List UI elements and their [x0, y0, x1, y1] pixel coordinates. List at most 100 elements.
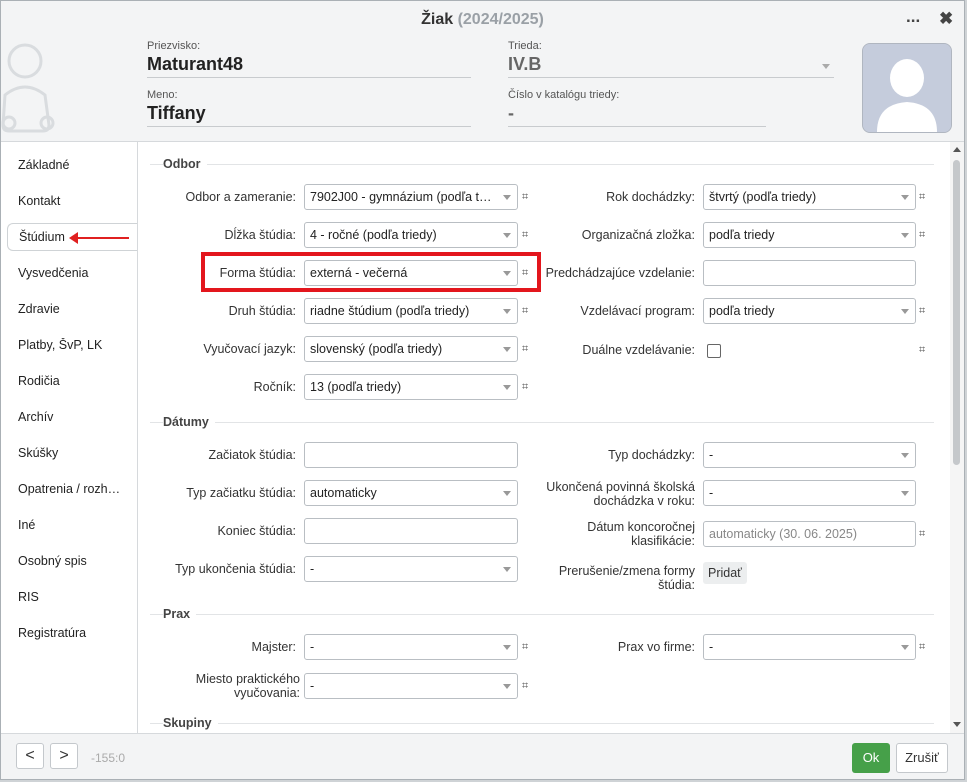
typ-ukoncenia-select[interactable]: - — [304, 556, 518, 582]
section-divider — [150, 614, 934, 615]
hash-icon[interactable]: ⌗ — [919, 229, 925, 242]
dialog-footer: < > -155:0 Ok Zrušiť — [1, 733, 964, 779]
typ-zaciatku-label: Typ začiatku štúdia: — [186, 486, 296, 500]
chevron-down-icon — [503, 347, 511, 352]
next-button[interactable]: > — [50, 743, 78, 769]
vzdel-program-select[interactable]: podľa triedy — [703, 298, 916, 324]
class-value[interactable]: IV.B — [508, 54, 834, 78]
chevron-down-icon — [503, 309, 511, 314]
class-field[interactable]: Trieda: IV.B — [508, 40, 834, 78]
odbor-label: Odbor a zameranie: — [185, 190, 296, 204]
sidebar-item-osobny-spis[interactable]: Osobný spis — [18, 554, 130, 568]
hash-icon[interactable]: ⌗ — [919, 305, 925, 318]
ok-button[interactable]: Ok — [852, 743, 890, 773]
dualne-checkbox[interactable] — [707, 344, 721, 358]
zaciatok-label: Začiatok štúdia: — [208, 448, 296, 462]
name-field: Meno: Tiffany — [147, 89, 471, 127]
hash-icon[interactable]: ⌗ — [919, 191, 925, 204]
record-counter: -155:0 — [91, 751, 126, 765]
prax-firme-value: - — [709, 640, 714, 654]
vzdel-program-label: Vzdelávací program: — [580, 304, 695, 318]
sidebar-item-ris[interactable]: RIS — [18, 590, 130, 604]
sidebar-item-opatrenia[interactable]: Opatrenia / rozhodnutia — [18, 482, 124, 496]
zaciatok-input[interactable] — [304, 442, 518, 468]
miesto-prakt-select[interactable]: - — [304, 673, 518, 699]
chevron-down-icon — [901, 453, 909, 458]
hash-icon[interactable]: ⌗ — [522, 305, 528, 318]
rocnik-label: Ročník: — [253, 380, 296, 394]
sidebar-item-zakladne[interactable]: Základné — [18, 158, 130, 172]
rok-dochadzky-select[interactable]: štvrtý (podľa triedy) — [703, 184, 916, 210]
chevron-down-icon — [503, 567, 511, 572]
rok-dochadzky-value: štvrtý (podľa triedy) — [709, 190, 817, 204]
scroll-down-icon[interactable] — [953, 722, 961, 727]
hash-icon[interactable]: ⌗ — [522, 191, 528, 204]
hash-icon[interactable]: ⌗ — [522, 229, 528, 242]
majster-label: Majster: — [251, 640, 296, 654]
typ-dochadzky-value: - — [709, 448, 714, 462]
odbor-value: 7902J00 - gymnázium (podľa triedy) — [310, 190, 511, 204]
sidebar-item-platby[interactable]: Platby, ŠvP, LK — [18, 338, 130, 352]
sidebar-item-zdravie[interactable]: Zdravie — [18, 302, 130, 316]
catalog-label: Číslo v katalógu triedy: — [508, 89, 620, 101]
druh-select[interactable]: riadne štúdium (podľa triedy) — [304, 298, 518, 324]
ukoncena-pov-label: Ukončená povinná školská dochádzka v rok… — [546, 480, 695, 508]
jazyk-label: Vyučovací jazyk: — [203, 342, 296, 356]
surname-field: Priezvisko: Maturant48 — [147, 40, 471, 78]
chevron-down-icon — [901, 233, 909, 238]
sidebar-item-registratura[interactable]: Registratúra — [18, 626, 130, 640]
more-icon[interactable]: ... — [906, 7, 920, 27]
section-divider — [150, 164, 934, 165]
dlzka-select[interactable]: 4 - ročné (podľa triedy) — [304, 222, 518, 248]
hash-icon[interactable]: ⌗ — [919, 641, 925, 654]
odbor-select[interactable]: 7902J00 - gymnázium (podľa triedy) — [304, 184, 518, 210]
prax-firme-select[interactable]: - — [703, 634, 916, 660]
datum-klas-input[interactable]: automaticky (30. 06. 2025) — [703, 521, 916, 547]
hash-icon[interactable]: ⌗ — [522, 381, 528, 394]
hash-icon[interactable]: ⌗ — [522, 680, 528, 693]
koniec-input[interactable] — [304, 518, 518, 544]
title-text: Žiak — [421, 11, 454, 28]
typ-zaciatku-select[interactable]: automaticky — [304, 480, 518, 506]
hash-icon[interactable]: ⌗ — [919, 344, 925, 357]
org-zlozka-select[interactable]: podľa triedy — [703, 222, 916, 248]
jazyk-select[interactable]: slovenský (podľa triedy) — [304, 336, 518, 362]
chevron-down-icon — [901, 195, 909, 200]
sidebar-item-skusky[interactable]: Skúšky — [18, 446, 130, 460]
vzdel-program-value: podľa triedy — [709, 304, 775, 318]
prev-button[interactable]: < — [16, 743, 44, 769]
avatar[interactable] — [862, 43, 952, 133]
scrollbar[interactable] — [950, 142, 964, 733]
user-outline-icon — [1, 43, 55, 133]
section-divider — [150, 422, 934, 423]
chevron-down-icon — [503, 684, 511, 689]
majster-select[interactable]: - — [304, 634, 518, 660]
predch-vzdel-input[interactable] — [703, 260, 916, 286]
hash-icon[interactable]: ⌗ — [919, 528, 925, 541]
catalog-value: - — [508, 103, 766, 127]
hash-icon[interactable]: ⌗ — [522, 343, 528, 356]
typ-zaciatku-value: automaticky — [310, 486, 377, 500]
close-icon[interactable]: ✖ — [939, 9, 953, 29]
sidebar-item-ine[interactable]: Iné — [18, 518, 130, 532]
cancel-button[interactable]: Zrušiť — [896, 743, 948, 773]
org-zlozka-value: podľa triedy — [709, 228, 775, 242]
hash-icon[interactable]: ⌗ — [522, 641, 528, 654]
scroll-up-icon[interactable] — [953, 147, 961, 152]
student-dialog: Žiak (2024/2025) ... ✖ Priezvisko: Matur… — [0, 0, 965, 780]
prerusenie-label: Prerušenie/zmena formy štúdia: — [558, 564, 695, 592]
add-prerusenie-button[interactable]: Pridať — [703, 562, 747, 584]
scrollbar-thumb[interactable] — [953, 160, 960, 465]
sidebar-item-kontakt[interactable]: Kontakt — [18, 194, 130, 208]
sidebar-item-archiv[interactable]: Archív — [18, 410, 130, 424]
typ-dochadzky-select[interactable]: - — [703, 442, 916, 468]
annotation-arrow — [69, 232, 129, 244]
sidebar-item-vysvedcenia[interactable]: Vysvedčenia — [18, 266, 130, 280]
koniec-label: Koniec štúdia: — [217, 524, 296, 538]
surname-label: Priezvisko: — [147, 40, 201, 52]
rocnik-select[interactable]: 13 (podľa triedy) — [304, 374, 518, 400]
ukoncena-pov-select[interactable]: - — [703, 480, 916, 506]
sidebar-item-rodicia[interactable]: Rodičia — [18, 374, 130, 388]
druh-label: Druh štúdia: — [228, 304, 296, 318]
section-prax: Prax — [163, 607, 197, 621]
